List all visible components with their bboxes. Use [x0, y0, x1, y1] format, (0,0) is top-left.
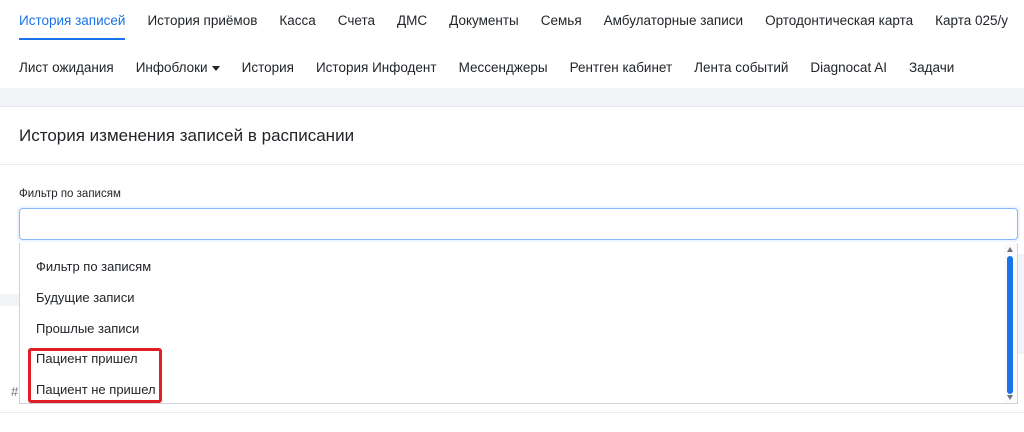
tab-diagnocat-ai[interactable]: Diagnocat AI	[799, 47, 898, 87]
tab-history[interactable]: История	[231, 47, 305, 87]
tab-waiting-list[interactable]: Лист ожидания	[0, 47, 125, 87]
tab-invoices[interactable]: Счета	[327, 0, 386, 40]
tab-history-infodent[interactable]: История Инфодент	[305, 47, 448, 87]
table-header-number: #	[11, 384, 19, 399]
tab-dms[interactable]: ДМС	[386, 0, 438, 40]
scroll-down-icon[interactable]	[1007, 395, 1013, 400]
caret-down-icon	[211, 65, 220, 71]
divider	[0, 164, 1024, 165]
filter-label: Фильтр по записям	[19, 188, 121, 200]
scroll-up-icon[interactable]	[1007, 247, 1013, 252]
dropdown-scrollbar[interactable]	[1004, 243, 1017, 403]
tab-history-records[interactable]: История записей	[0, 0, 136, 40]
tab-history-visits[interactable]: История приёмов	[136, 0, 268, 40]
tab-infoblocks[interactable]: Инфоблоки	[125, 47, 231, 87]
top-navigation: История записей История приёмов Касса Сч…	[0, 0, 1024, 88]
tab-card-025[interactable]: Карта 025/у	[924, 0, 1019, 40]
dropdown-option-future[interactable]: Будущие записи	[20, 282, 1005, 313]
tab-messengers[interactable]: Мессенджеры	[448, 47, 559, 87]
filter-dropdown: Фильтр по записям Будущие записи Прошлые…	[19, 243, 1018, 404]
tab-xray-room[interactable]: Рентген кабинет	[559, 47, 684, 87]
tab-orthodontic-card[interactable]: Ортодонтическая карта	[754, 0, 924, 40]
tab-event-feed[interactable]: Лента событий	[683, 47, 799, 87]
tabs-row-secondary: Лист ожидания Инфоблоки История История …	[0, 47, 1024, 87]
tab-documents[interactable]: Документы	[438, 0, 530, 40]
tab-infoblocks-label: Инфоблоки	[135, 59, 208, 75]
tab-cashbox[interactable]: Касса	[268, 0, 326, 40]
divider	[0, 412, 1024, 413]
filter-input[interactable]	[19, 208, 1018, 240]
dropdown-option-not-came[interactable]: Пациент не пришел	[20, 374, 1005, 403]
tabs-row-primary: История записей История приёмов Касса Сч…	[0, 0, 1024, 40]
dropdown-option-past[interactable]: Прошлые записи	[20, 313, 1005, 344]
scroll-thumb[interactable]	[1007, 256, 1013, 394]
dropdown-option-came[interactable]: Пациент пришел	[20, 343, 1005, 374]
card-title: История изменения записей в расписании	[19, 126, 355, 145]
tab-outpatient-records[interactable]: Амбулаторные записи	[593, 0, 754, 40]
dropdown-option-filter[interactable]: Фильтр по записям	[20, 251, 1005, 282]
tab-family[interactable]: Семья	[530, 0, 593, 40]
tab-tasks[interactable]: Задачи	[898, 47, 965, 87]
page-edge	[1018, 254, 1024, 354]
